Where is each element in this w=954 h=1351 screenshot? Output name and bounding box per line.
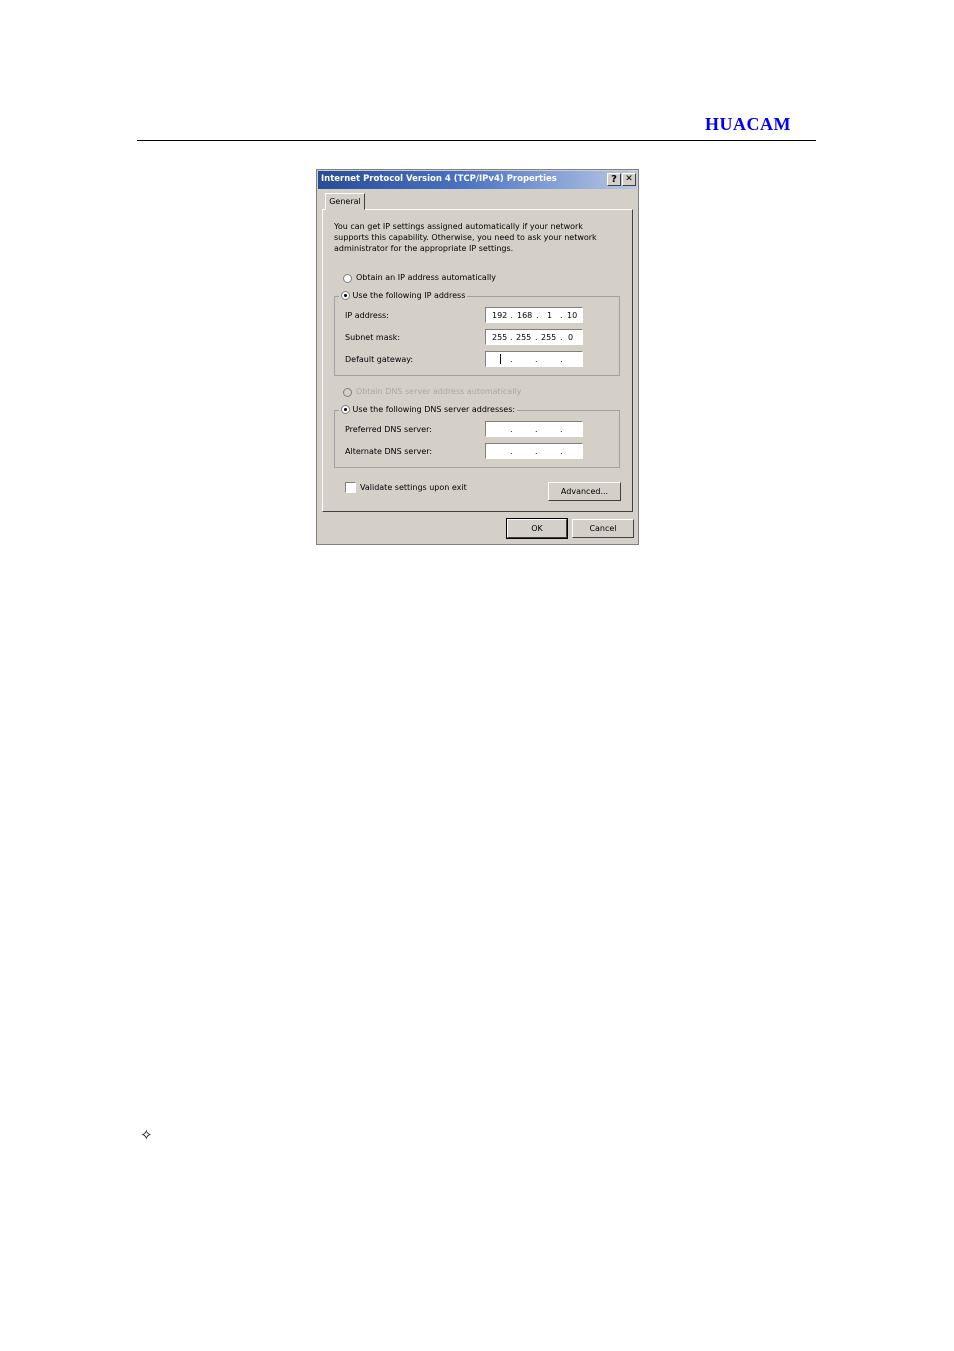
obtain-ip-auto-label: Obtain an IP address automatically xyxy=(356,273,497,282)
default-gateway-field[interactable]: . . . xyxy=(485,351,583,367)
cancel-button[interactable]: Cancel xyxy=(572,519,634,538)
preferred-dns-field[interactable]: . . . xyxy=(485,421,583,437)
subnet-octet-4: 0 xyxy=(568,333,574,342)
subnet-mask-label: Subnet mask: xyxy=(345,333,401,342)
dns-group-legend: Use the following DNS server addresses: xyxy=(339,405,518,414)
bullet-icon: ✧ xyxy=(140,1126,153,1144)
validate-checkbox[interactable] xyxy=(345,482,356,493)
validate-label: Validate settings upon exit xyxy=(360,483,467,492)
alternate-dns-label: Alternate DNS server: xyxy=(345,447,433,456)
dns-group xyxy=(334,410,620,468)
use-dns-radio[interactable] xyxy=(341,405,350,414)
ip-octet-3: 1 xyxy=(547,311,553,320)
advanced-button[interactable]: Advanced... xyxy=(548,482,621,501)
obtain-ip-auto-radio[interactable] xyxy=(343,274,352,283)
title-bar: Internet Protocol Version 4 (TCP/IPv4) P… xyxy=(318,171,637,189)
subnet-octet-3: 255 xyxy=(541,333,557,342)
brand-logo: HUACAM xyxy=(705,114,791,134)
tcpip-properties-dialog: Internet Protocol Version 4 (TCP/IPv4) P… xyxy=(316,169,639,545)
subnet-octet-2: 255 xyxy=(516,333,532,342)
alternate-dns-field[interactable]: . . . xyxy=(485,443,583,459)
subnet-octet-1: 255 xyxy=(492,333,508,342)
use-ip-radio[interactable] xyxy=(341,291,350,300)
ip-octet-2: 168 xyxy=(517,311,533,320)
subnet-mask-field[interactable]: 255 . 255 . 255 . 0 xyxy=(485,329,583,345)
preferred-dns-label: Preferred DNS server: xyxy=(345,425,432,434)
default-gateway-label: Default gateway: xyxy=(345,355,414,364)
ip-address-label: IP address: xyxy=(345,311,389,320)
ip-octet-4: 10 xyxy=(567,311,578,320)
ok-button[interactable]: OK xyxy=(506,518,568,539)
dialog-title: Internet Protocol Version 4 (TCP/IPv4) P… xyxy=(321,174,557,184)
header-rule xyxy=(137,140,816,141)
obtain-dns-auto-label: Obtain DNS server address automatically xyxy=(356,387,522,396)
ip-group-legend: Use the following IP address xyxy=(339,291,468,300)
obtain-dns-auto-radio[interactable] xyxy=(343,388,352,397)
tab-general[interactable]: General xyxy=(325,193,365,210)
use-dns-label: Use the following DNS server addresses: xyxy=(352,405,516,414)
use-ip-label: Use the following IP address xyxy=(352,291,466,300)
close-button[interactable]: ✕ xyxy=(622,173,636,186)
ip-octet-1: 192 xyxy=(492,311,508,320)
ip-address-field[interactable]: 192 . 168 . 1 . 10 xyxy=(485,307,583,323)
help-button[interactable]: ? xyxy=(607,173,621,186)
description-text: You can get IP settings assigned automat… xyxy=(334,222,597,253)
text-caret xyxy=(500,354,501,364)
